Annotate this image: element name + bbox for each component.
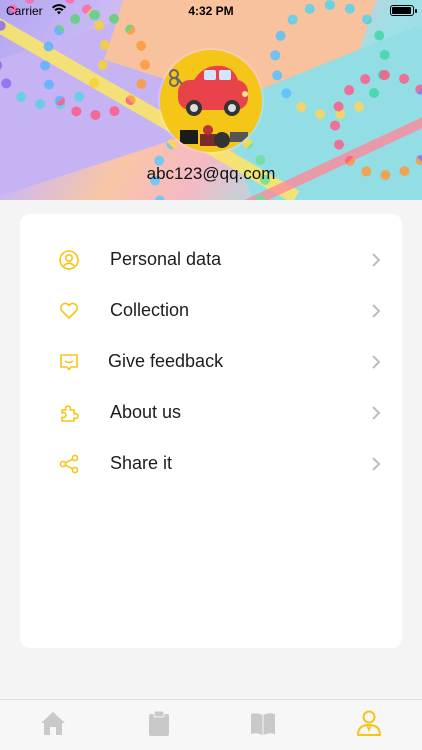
menu-item-collection[interactable]: Collection: [20, 286, 402, 337]
chevron-right-icon: [372, 406, 381, 420]
tab-bar: [0, 699, 422, 750]
profile-icon[interactable]: [354, 708, 384, 738]
puzzle-icon: [61, 405, 79, 422]
battery-icon: [390, 5, 417, 16]
book-icon[interactable]: [248, 708, 278, 738]
avatar[interactable]: [160, 50, 262, 152]
chevron-right-icon: [372, 253, 381, 267]
menu-item-personal-data[interactable]: Personal data: [20, 235, 402, 286]
menu-item-label: Personal data: [110, 249, 222, 269]
menu-item-label: Share it: [110, 453, 173, 473]
chevron-right-icon: [372, 304, 381, 318]
heart-icon: [59, 302, 79, 319]
user-email: abc123@qq.com: [146, 164, 276, 183]
user-circle-icon: [59, 250, 79, 270]
status-bar: Carrier 4:32 PM: [0, 0, 422, 22]
menu-card: Personal data Collection Give feedback A…: [20, 214, 402, 648]
status-time: 4:32 PM: [188, 4, 234, 18]
menu-item-about-us[interactable]: About us: [20, 388, 402, 439]
menu-item-label: Collection: [110, 300, 190, 320]
message-icon: [60, 354, 78, 371]
menu-item-share-it[interactable]: Share it: [20, 439, 402, 490]
menu-item-label: Give feedback: [108, 351, 224, 371]
menu-item-label: About us: [110, 402, 182, 422]
menu-item-give-feedback[interactable]: Give feedback: [20, 337, 402, 388]
toy-car-icon: [169, 65, 248, 148]
share-icon: [59, 454, 79, 474]
chevron-right-icon: [372, 355, 381, 369]
chevron-right-icon: [372, 457, 381, 471]
home-icon[interactable]: [38, 708, 68, 738]
clipboard-icon[interactable]: [144, 708, 174, 738]
